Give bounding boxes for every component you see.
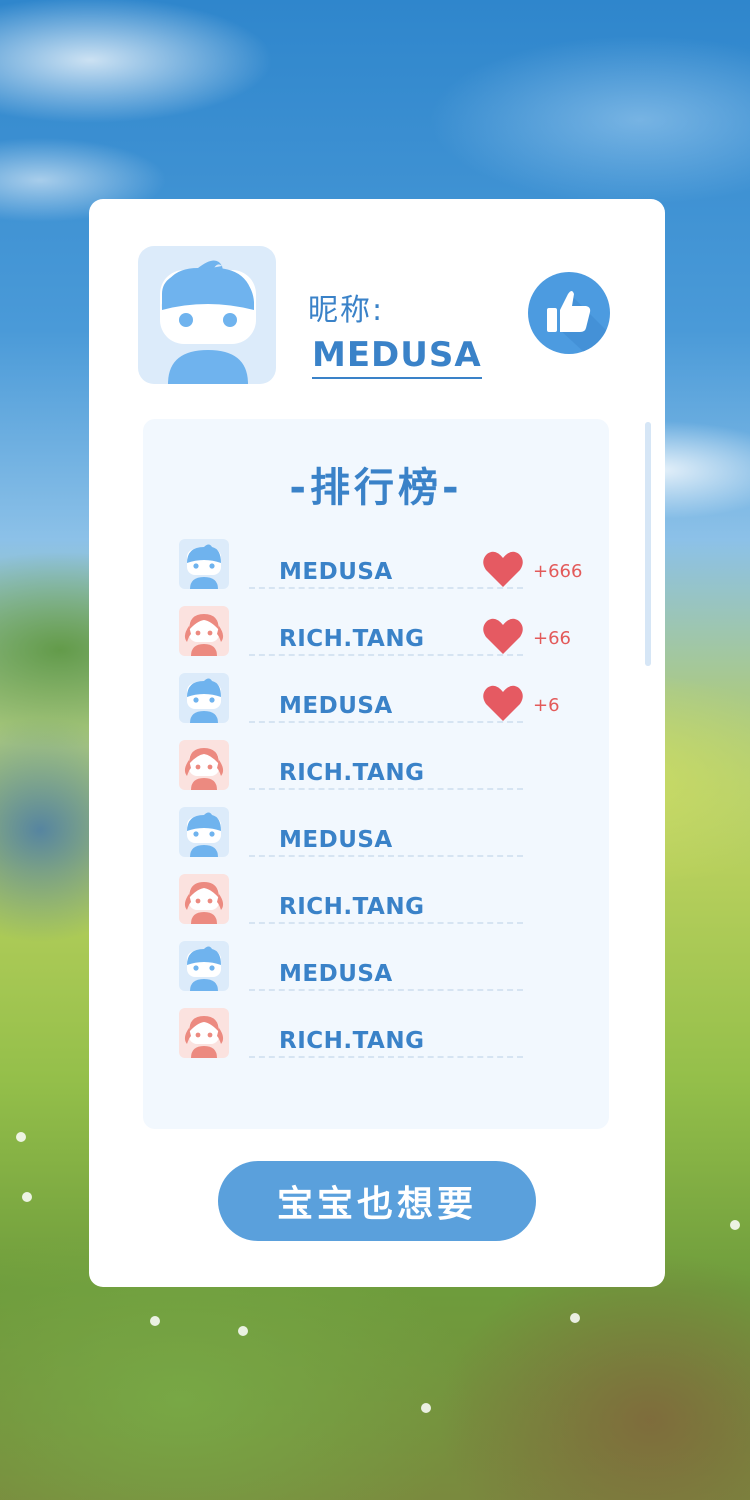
thumbs-up-icon — [547, 291, 610, 354]
list-item[interactable]: MEDUSA — [179, 941, 579, 993]
boy-avatar-icon — [179, 673, 229, 723]
girl-avatar-icon — [179, 1008, 229, 1058]
row-username: MEDUSA — [279, 961, 393, 987]
want-too-button[interactable]: 宝宝也想要 — [218, 1161, 536, 1241]
background-flower — [570, 1313, 580, 1323]
heart-icon — [483, 551, 523, 587]
row-divider — [249, 989, 523, 991]
background-flower — [16, 1132, 26, 1142]
background-flower — [150, 1316, 160, 1326]
boy-avatar-icon — [179, 539, 229, 589]
row-score: +66 — [533, 628, 571, 649]
background-flower — [238, 1326, 248, 1336]
profile-avatar — [138, 246, 276, 384]
like-button[interactable] — [528, 272, 610, 354]
list-item[interactable]: MEDUSA +666 — [179, 539, 583, 591]
heart-icon — [483, 618, 523, 654]
leaderboard-panel[interactable]: -排行榜- MEDUSA +666 RICH.TANG +66 MEDUSA +… — [143, 419, 609, 1129]
row-username: RICH.TANG — [279, 894, 425, 920]
row-divider — [249, 855, 523, 857]
background-flower — [22, 1192, 32, 1202]
row-username: MEDUSA — [279, 827, 393, 853]
row-score: +666 — [533, 561, 583, 582]
scrollbar-thumb[interactable] — [645, 422, 651, 666]
list-item[interactable]: RICH.TANG +66 — [179, 606, 579, 658]
boy-avatar-icon — [179, 941, 229, 991]
nickname-label: 昵称: — [308, 293, 385, 328]
row-username: MEDUSA — [279, 559, 393, 585]
list-item[interactable]: MEDUSA — [179, 807, 579, 859]
row-divider — [249, 1056, 523, 1058]
leaderboard-title: -排行榜- — [289, 465, 463, 511]
row-divider — [249, 788, 523, 790]
nickname-value[interactable]: MEDUSA — [312, 335, 482, 379]
girl-avatar-icon — [179, 740, 229, 790]
background-flower — [421, 1403, 431, 1413]
row-divider — [249, 922, 523, 924]
girl-avatar-icon — [179, 606, 229, 656]
girl-avatar-icon — [179, 874, 229, 924]
heart-icon — [483, 685, 523, 721]
row-score: +6 — [533, 695, 560, 716]
background-flower — [730, 1220, 740, 1230]
list-item[interactable]: RICH.TANG — [179, 740, 579, 792]
list-item[interactable]: MEDUSA +6 — [179, 673, 579, 725]
row-username: RICH.TANG — [279, 626, 425, 652]
boy-avatar-icon — [160, 260, 256, 384]
row-username: RICH.TANG — [279, 1028, 425, 1054]
profile-card: 昵称: MEDUSA -排行榜- MEDUSA +666 RICH.TANG +… — [89, 199, 665, 1287]
leaderboard-scrollbar[interactable] — [645, 422, 651, 666]
row-username: RICH.TANG — [279, 760, 425, 786]
boy-avatar-icon — [179, 807, 229, 857]
list-item[interactable]: RICH.TANG — [179, 1008, 579, 1060]
row-username: MEDUSA — [279, 693, 393, 719]
list-item[interactable]: RICH.TANG — [179, 874, 579, 926]
